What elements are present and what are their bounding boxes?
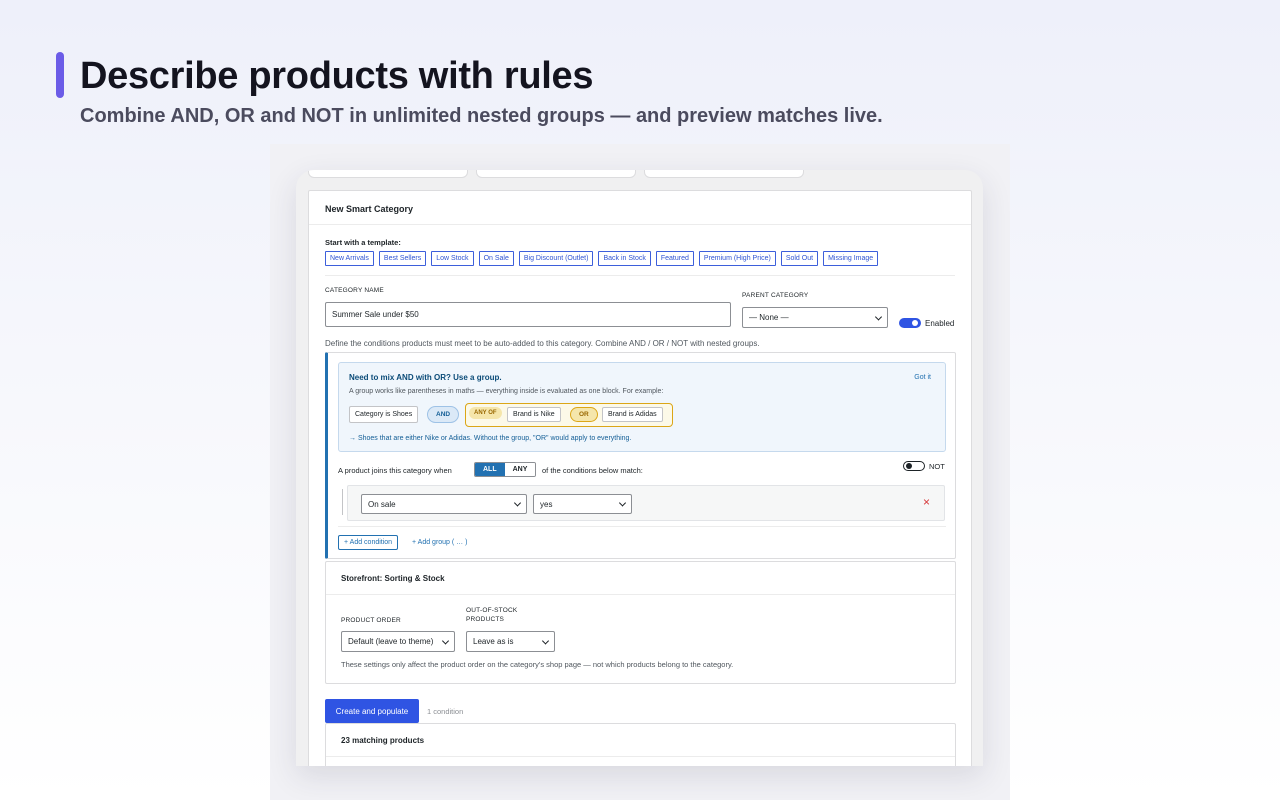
condition-value-select[interactable]: yes: [533, 494, 632, 514]
any-of-group-example: ANY OF Brand is Nike OR Brand is Adidas: [465, 403, 673, 427]
not-label: NOT: [929, 462, 945, 471]
and-pill: AND: [427, 406, 460, 423]
condition-field-select[interactable]: On sale: [361, 494, 527, 514]
out-of-stock-label: OUT-OF-STOCK: [466, 607, 518, 614]
any-of-pill: ANY OF: [469, 407, 502, 419]
template-missing-image[interactable]: Missing Image: [823, 251, 879, 266]
define-conditions-text: Define the conditions products must meet…: [325, 339, 760, 348]
remove-condition-icon[interactable]: ×: [923, 495, 930, 509]
storefront-note: These settings only affect the product o…: [341, 660, 734, 669]
out-of-stock-value: Leave as is: [473, 637, 514, 646]
chevron-down-icon: [618, 499, 627, 507]
template-sold-out[interactable]: Sold Out: [780, 251, 819, 266]
condition-field-value: On sale: [368, 499, 396, 509]
condition-value: yes: [540, 499, 553, 509]
rule-group: Need to mix AND with OR? Use a group. Go…: [325, 352, 956, 559]
matching-products-card: 23 matching products: [325, 723, 956, 766]
enabled-label: Enabled: [925, 319, 955, 328]
tab-stub: [308, 170, 468, 178]
panel-title: New Smart Category: [309, 191, 971, 225]
hero-subtitle: Combine AND, OR and NOT in unlimited nes…: [80, 105, 883, 127]
divider: [325, 275, 955, 276]
parent-category-select[interactable]: — None —: [742, 307, 888, 328]
add-condition-button[interactable]: + Add condition: [338, 535, 399, 550]
template-new-arrivals[interactable]: New Arrivals: [325, 251, 374, 266]
match-mode-toggle: ALL ANY: [474, 462, 537, 477]
or-pill: OR: [570, 407, 598, 422]
tab-stub: [476, 170, 636, 178]
toggle-knob: [912, 320, 918, 326]
divider: [338, 526, 946, 527]
dismiss-help-button[interactable]: Got it: [914, 374, 931, 381]
condition-row: On sale yes ×: [347, 485, 945, 521]
storefront-settings-card: Storefront: Sorting & Stock PRODUCT ORDE…: [325, 561, 956, 684]
matching-products-title: 23 matching products: [326, 724, 955, 757]
tree-line: [342, 489, 343, 515]
product-order-select[interactable]: Default (leave to theme): [341, 631, 455, 652]
group-help-notice: Need to mix AND with OR? Use a group. Go…: [338, 362, 946, 452]
template-featured[interactable]: Featured: [655, 251, 694, 266]
not-toggle[interactable]: [903, 461, 925, 471]
help-body: A group works like parentheses in maths …: [349, 388, 664, 395]
template-back-in-stock[interactable]: Back in Stock: [598, 251, 651, 266]
chevron-down-icon: [541, 636, 550, 645]
hero-title: Describe products with rules: [80, 55, 594, 97]
product-order-label: PRODUCT ORDER: [341, 617, 401, 624]
chevron-down-icon: [441, 636, 450, 645]
template-premium[interactable]: Premium (High Price): [698, 251, 776, 266]
parent-category-label: PARENT CATEGORY: [742, 292, 809, 299]
out-of-stock-label-2: PRODUCTS: [466, 616, 505, 623]
chevron-down-icon: [513, 499, 522, 507]
joins-prefix: A product joins this category when: [338, 466, 452, 475]
condition-count: 1 condition: [427, 707, 464, 716]
create-and-populate-button[interactable]: Create and populate: [325, 699, 419, 723]
template-on-sale[interactable]: On Sale: [478, 251, 514, 266]
template-list: New Arrivals Best Sellers Low Stock On S…: [325, 251, 879, 266]
hero-accent-bar: [56, 52, 64, 98]
enabled-toggle[interactable]: [899, 318, 921, 328]
device-frame: New Smart Category Start with a template…: [296, 170, 983, 766]
storefront-title: Storefront: Sorting & Stock: [326, 562, 955, 595]
example-chip-category: Category is Shoes: [349, 406, 419, 423]
example-chip-nike: Brand is Nike: [507, 407, 561, 422]
out-of-stock-select[interactable]: Leave as is: [466, 631, 555, 652]
chevron-down-icon: [874, 312, 883, 321]
tab-stub: [644, 170, 804, 178]
template-best-sellers[interactable]: Best Sellers: [378, 251, 427, 266]
template-label: Start with a template:: [325, 238, 401, 247]
toggle-knob: [906, 463, 912, 469]
joins-suffix: of the conditions below match:: [542, 466, 643, 475]
match-any-button[interactable]: ANY: [504, 463, 536, 476]
parent-category-value: — None —: [749, 313, 789, 322]
help-result: → Shoes that are either Nike or Adidas. …: [349, 435, 632, 442]
product-order-value: Default (leave to theme): [348, 637, 434, 646]
new-smart-category-panel: New Smart Category Start with a template…: [308, 190, 972, 766]
help-title: Need to mix AND with OR? Use a group.: [349, 373, 502, 382]
template-big-discount[interactable]: Big Discount (Outlet): [518, 251, 594, 266]
category-name-input[interactable]: Summer Sale under $50: [325, 302, 731, 327]
category-name-label: CATEGORY NAME: [325, 287, 384, 294]
example-chip-adidas: Brand is Adidas: [602, 407, 663, 422]
template-low-stock[interactable]: Low Stock: [431, 251, 474, 266]
match-all-button[interactable]: ALL: [475, 463, 505, 476]
add-group-button[interactable]: + Add group ( … ): [412, 539, 467, 546]
